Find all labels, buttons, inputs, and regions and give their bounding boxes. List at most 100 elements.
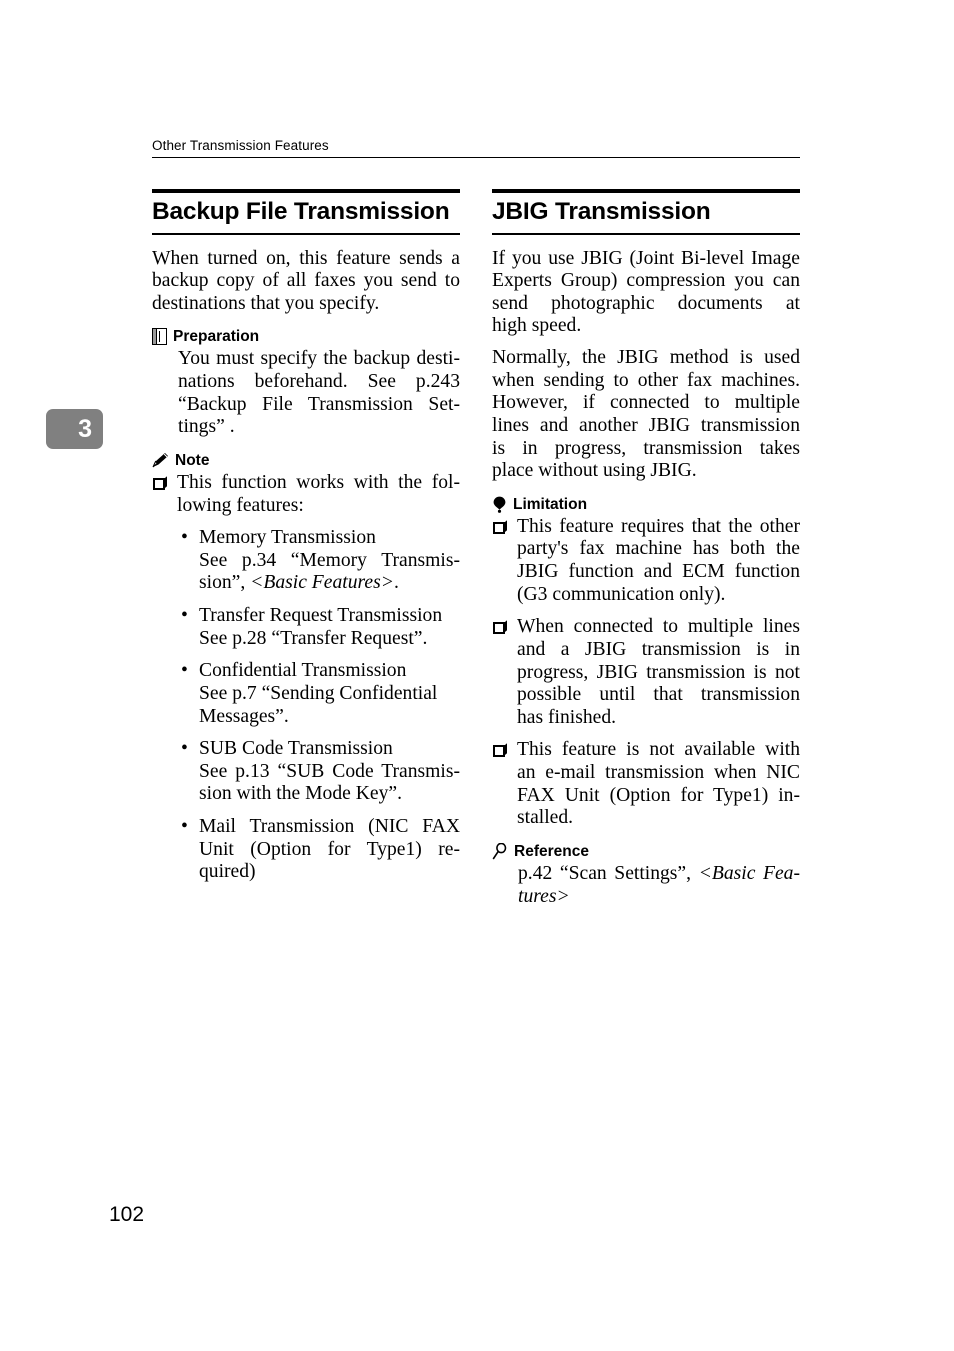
jbig-p1-line-3: send photographic documents at (492, 292, 800, 314)
section-rule-bottom-left (152, 232, 460, 235)
reference-line-1-plain: p.42 “Scan Settings”, (518, 862, 699, 884)
limitation-2-line-1: When connected to multiple lines (517, 616, 800, 638)
jbig-p2-line-5: is in progress, transmission takes (492, 437, 800, 459)
reference-line-1: p.42 “Scan Settings”, <Basic Fea- (518, 863, 800, 886)
limitation-item-text: This feature is not available with an e-… (517, 739, 800, 830)
limitation-item: This feature requires that the other par… (492, 516, 800, 607)
preparation-label: Preparation (173, 328, 260, 346)
intro-paragraph: When turned on, this feature sends a bac… (152, 248, 460, 316)
bullet-text: Memory Transmission See p.34 “Memory Tra… (199, 527, 460, 595)
list-item: • Transfer Request Transmission See p.28… (178, 605, 460, 650)
bullet-dot-icon: • (181, 527, 188, 549)
bullet-1-line-3-italic: <Basic Features> (250, 572, 394, 594)
limitation-3-line-4: stalled. (517, 807, 574, 829)
list-item: • Mail Transmission (NIC FAX Unit (Optio… (178, 816, 460, 884)
preparation-line-2: nations beforehand. See p.243 (178, 371, 460, 392)
limitation-item: This feature is not available with an e-… (492, 739, 800, 830)
list-item: • SUB Code Transmission See p.13 “SUB Co… (178, 738, 460, 806)
limitation-2-line-4: possible until that transmission (517, 684, 800, 706)
bullet-4-line-2: See p.13 “SUB Code Transmis- (199, 760, 460, 782)
balloon-icon (492, 496, 507, 513)
jbig-p1-line-2: Experts Group) compression you can (492, 270, 800, 292)
note-item-text: This function works with the fol- lowing… (177, 472, 460, 517)
section-heading-backup-file-transmission: Backup File Transmission (152, 198, 450, 225)
bullet-5-line-2: Unit (Option for Type1) re- (199, 838, 460, 860)
bullet-dot-icon: • (181, 816, 188, 837)
reference-label-row: Reference (492, 842, 800, 861)
jbig-paragraph-1: If you use JBIG (Joint Bi-level Image Ex… (492, 248, 800, 339)
bullet-2-line-2: See p.28 “Transfer Request”. (199, 627, 428, 649)
book-icon (152, 328, 167, 346)
checkbox-bullet-icon (152, 477, 168, 491)
limitation-item-text: This feature requires that the other par… (517, 516, 800, 607)
bullet-4-line-1: SUB Code Transmission (199, 738, 393, 760)
note-item-line-2: lowing features: (177, 494, 304, 516)
preparation-line-4: tings” . (178, 416, 235, 438)
jbig-p1-line-4: high speed. (492, 315, 582, 337)
bullet-4-line-3: sion with the Mode Key”. (199, 783, 402, 805)
reference-line-1-italic: <Basic Fea- (698, 862, 800, 884)
bullet-5-line-3: quired) (199, 861, 256, 883)
bullet-5-line-1: Mail Transmission (NIC FAX (199, 816, 460, 837)
preparation-line-1: You must specify the backup desti- (178, 348, 460, 370)
running-header-text: Other Transmission Features (152, 138, 329, 153)
note-item: This function works with the fol- lowing… (152, 472, 460, 517)
limitation-3-line-1: This feature is not available with (517, 739, 800, 761)
jbig-p2-line-3: However, if connected to multiple (492, 392, 800, 414)
limitation-1-line-3: JBIG function and ECM function (517, 561, 800, 582)
reference-text: p.42 “Scan Settings”, <Basic Fea- tures> (492, 863, 800, 908)
bullet-text: Confidential Transmission See p.7 “Sendi… (199, 660, 460, 728)
jbig-p2-line-4: lines and another JBIG transmission (492, 414, 800, 436)
bullet-1-line-2: See p.34 “Memory Transmis- (199, 549, 460, 571)
limitation-3-line-2: an e-mail transmission when NIC (517, 762, 800, 783)
limitation-label-row: Limitation (492, 495, 800, 514)
pencil-icon (152, 452, 169, 469)
limitation-1-line-4: (G3 communication only). (517, 583, 726, 605)
note-label-row: Note (152, 451, 460, 470)
left-column: Backup File Transmission When turned on,… (152, 189, 460, 914)
limitation-1-line-1: This feature requires that the other (517, 515, 800, 537)
bullet-text: Transfer Request Transmission See p.28 “… (199, 605, 460, 650)
preparation-label-row: Preparation (152, 327, 460, 346)
bullet-3-line-3: Messages”. (199, 705, 289, 727)
intro-line-2: backup copy of all faxes you send to (152, 270, 460, 292)
list-item: • Memory Transmission See p.34 “Memory T… (178, 527, 460, 595)
page-columns: Backup File Transmission When turned on,… (152, 189, 800, 914)
bullet-dot-icon: • (181, 605, 188, 626)
note-item-line-1: This function works with the fol- (177, 471, 460, 493)
limitation-1-line-2: party's fax machine has both the (517, 538, 800, 560)
bullet-1-line-3-tail: . (393, 572, 399, 594)
limitation-item-text: When connected to multiple lines and a J… (517, 616, 800, 729)
note-label: Note (175, 451, 210, 469)
jbig-p2-line-6: place without using JBIG. (492, 460, 697, 482)
bullet-2-line-1: Transfer Request Transmission (199, 605, 443, 626)
preparation-text: You must specify the backup desti- natio… (152, 348, 460, 439)
right-column: JBIG Transmission If you use JBIG (Joint… (492, 189, 800, 914)
checkbox-bullet-icon (492, 521, 508, 535)
bullet-3-line-2: See p.7 “Sending Confidential (199, 682, 438, 704)
jbig-p2-line-1: Normally, the JBIG method is used (492, 347, 800, 368)
limitation-2-line-3: progress, JBIG transmission is not (517, 661, 800, 683)
section-rule-bottom-right (492, 232, 800, 235)
bullet-1-line-1: Memory Transmission (199, 527, 376, 549)
jbig-p2-line-2: when sending to other fax machines. (492, 369, 800, 391)
note-bullet-list: • Memory Transmission See p.34 “Memory T… (152, 527, 460, 884)
jbig-p1-line-1: If you use JBIG (Joint Bi-level Image (492, 247, 800, 269)
running-header-rule (152, 157, 800, 158)
running-header: Other Transmission Features (152, 138, 800, 158)
bullet-1-line-3-plain: sion”, (199, 572, 251, 594)
section-heading-jbig-transmission: JBIG Transmission (492, 198, 711, 225)
reference-label: Reference (514, 842, 589, 860)
reference-line-2: tures> (518, 885, 570, 907)
checkbox-bullet-icon (492, 622, 508, 635)
limitation-item: When connected to multiple lines and a J… (492, 616, 800, 729)
bullet-text: SUB Code Transmission See p.13 “SUB Code… (199, 738, 460, 806)
bullet-text: Mail Transmission (NIC FAX Unit (Option … (199, 816, 460, 884)
chapter-tab: 3 (46, 409, 103, 449)
intro-line-1: When turned on, this feature sends a (152, 247, 460, 269)
limitation-2-line-2: and a JBIG transmission is in (517, 638, 800, 660)
bullet-dot-icon: • (181, 738, 188, 760)
magnifier-icon (492, 842, 508, 860)
preparation-line-3: “Backup File Transmission Set- (178, 393, 460, 415)
bullet-1-line-3: sion”, <Basic Features>. (199, 572, 460, 595)
